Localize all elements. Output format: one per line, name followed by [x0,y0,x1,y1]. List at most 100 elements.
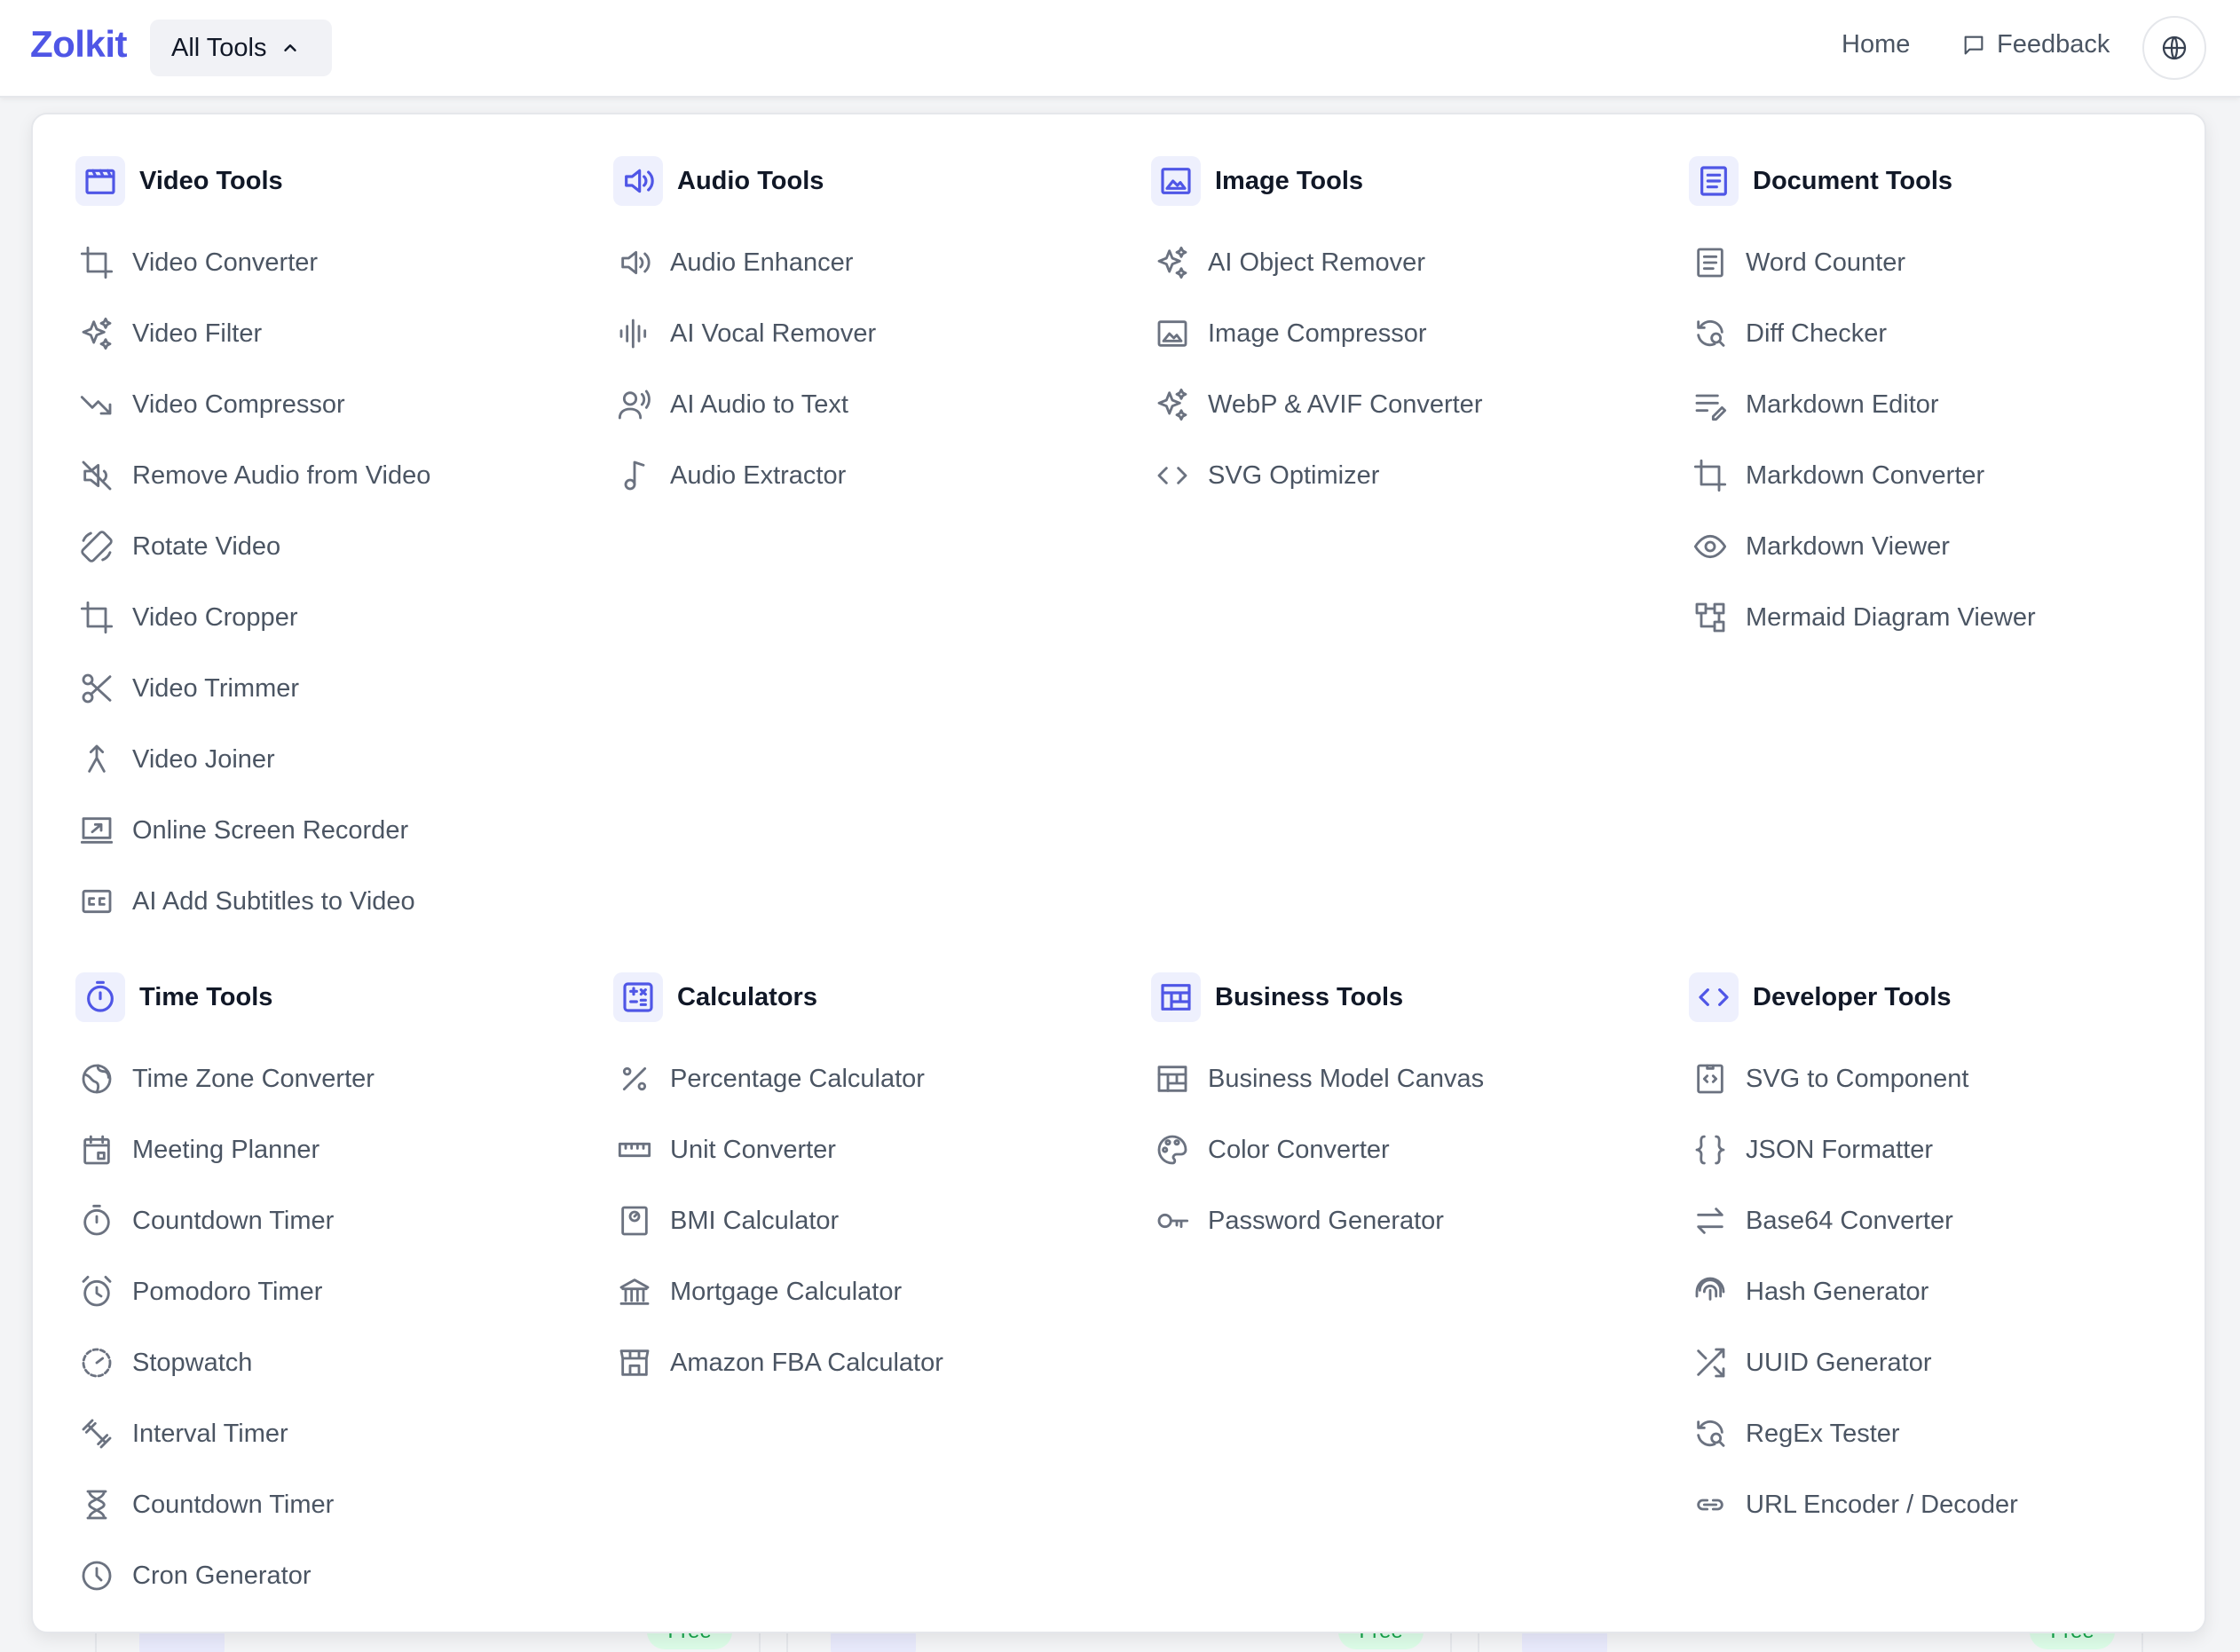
tool-list: SVG to Component JSON Formatter Base64 Con… [1689,1043,2204,1540]
background-card: Free [786,1633,1452,1652]
tool-link-video-joiner[interactable]: Video Joiner [75,724,590,795]
tool-link-word-counter[interactable]: Word Counter [1689,227,2204,298]
image-icon [1151,156,1201,206]
code-icon [1689,972,1739,1022]
tool-label: Video Trimmer [132,673,300,703]
link-icon [1691,1485,1730,1524]
tool-link-video-cropper[interactable]: Video Cropper [75,582,590,653]
tool-label: Pomodoro Timer [132,1277,323,1306]
tool-link-cron-generator[interactable]: Cron Generator [75,1540,590,1611]
speaker-icon [613,156,663,206]
tool-link-time-zone-converter[interactable]: Time Zone Converter [75,1043,590,1114]
all-tools-menu: Video Tools Video Converter Video Filter Vi… [31,113,2206,1633]
section-video-tools: Video Tools Video Converter Video Filter Vi… [75,156,590,937]
stopwatch-icon [77,1201,116,1240]
tool-link-password-generator[interactable]: Password Generator [1151,1185,1666,1256]
tool-link-json-formatter[interactable]: JSON Formatter [1689,1114,2204,1185]
crop-icon [77,598,116,637]
all-tools-label: All Tools [171,33,267,62]
sparkles-icon [1153,243,1192,282]
tool-link-ai-object-remover[interactable]: AI Object Remover [1151,227,1666,298]
tool-link-svg-optimizer[interactable]: SVG Optimizer [1151,440,1666,511]
image-icon [1153,314,1192,353]
tool-label: Base64 Converter [1746,1206,1953,1235]
background-card: Free [95,1633,761,1652]
tool-link-interval-timer[interactable]: Interval Timer [75,1398,590,1469]
tool-link-video-compressor[interactable]: Video Compressor [75,369,590,440]
tool-link-base64-converter[interactable]: Base64 Converter [1689,1185,2204,1256]
tool-link-ai-add-subtitles-to-video[interactable]: AI Add Subtitles to Video [75,866,590,937]
tool-link-mortgage-calculator[interactable]: Mortgage Calculator [613,1256,1128,1327]
tool-link-uuid-generator[interactable]: UUID Generator [1689,1327,2204,1398]
tool-link-unit-converter[interactable]: Unit Converter [613,1114,1128,1185]
tool-link-bmi-calculator[interactable]: BMI Calculator [613,1185,1128,1256]
tool-label: Password Generator [1208,1206,1444,1235]
tool-list: Percentage Calculator Unit Converter BMI C… [613,1043,1128,1398]
section-document-tools: Document Tools Word Counter Diff Checker Ma… [1689,156,2204,653]
trend-down-icon [77,385,116,424]
tool-link-amazon-fba-calculator[interactable]: Amazon FBA Calculator [613,1327,1128,1398]
tool-link-countdown-timer[interactable]: Countdown Timer [75,1469,590,1540]
tool-link-markdown-converter[interactable]: Markdown Converter [1689,440,2204,511]
all-tools-button[interactable]: All Tools [150,20,332,76]
tool-label: BMI Calculator [670,1206,840,1235]
nav-feedback-link[interactable]: Feedback [1961,30,2110,59]
code-icon [1153,456,1192,495]
tool-label: AI Add Subtitles to Video [132,886,415,916]
tool-link-markdown-viewer[interactable]: Markdown Viewer [1689,511,2204,582]
tool-link-audio-enhancer[interactable]: Audio Enhancer [613,227,1128,298]
screen-share-icon [77,811,116,850]
tool-link-meeting-planner[interactable]: Meeting Planner [75,1114,590,1185]
tool-link-hash-generator[interactable]: Hash Generator [1689,1256,2204,1327]
logo[interactable]: Zolkit [30,23,128,66]
ruler-icon [615,1130,654,1169]
tool-link-percentage-calculator[interactable]: Percentage Calculator [613,1043,1128,1114]
calendar-icon [77,1130,116,1169]
nav-home-link[interactable]: Home [1842,30,1910,59]
tool-label: Rotate Video [132,531,281,561]
section-title: Calculators [677,982,817,1011]
tool-link-color-converter[interactable]: Color Converter [1151,1114,1666,1185]
tool-link-video-filter[interactable]: Video Filter [75,298,590,369]
tool-link-online-screen-recorder[interactable]: Online Screen Recorder [75,795,590,866]
tool-label: Video Joiner [132,744,275,774]
tool-label: Diff Checker [1746,319,1888,348]
tool-link-business-model-canvas[interactable]: Business Model Canvas [1151,1043,1666,1114]
layout-icon [1151,972,1201,1022]
tool-link-countdown-timer[interactable]: Countdown Timer [75,1185,590,1256]
tool-link-ai-vocal-remover[interactable]: AI Vocal Remover [613,298,1128,369]
background-card: Free [1478,1633,2143,1652]
tool-link-svg-to-component[interactable]: SVG to Component [1689,1043,2204,1114]
tool-link-remove-audio-from-video[interactable]: Remove Audio from Video [75,440,590,511]
tool-link-regex-tester[interactable]: RegEx Tester [1689,1398,2204,1469]
tool-link-rotate-video[interactable]: Rotate Video [75,511,590,582]
tool-label: WebP & AVIF Converter [1208,389,1483,419]
tool-link-webp-avif-converter[interactable]: WebP & AVIF Converter [1151,369,1666,440]
tool-link-video-converter[interactable]: Video Converter [75,227,590,298]
speaker-icon [615,243,654,282]
tool-label: Markdown Converter [1746,460,1985,490]
tool-link-ai-audio-to-text[interactable]: AI Audio to Text [613,369,1128,440]
clapperboard-icon [75,156,125,206]
rotate-device-icon [77,527,116,566]
percent-icon [615,1059,654,1098]
tool-link-stopwatch[interactable]: Stopwatch [75,1327,590,1398]
globe-icon [77,1059,116,1098]
calculator-icon [613,972,663,1022]
tool-link-mermaid-diagram-viewer[interactable]: Mermaid Diagram Viewer [1689,582,2204,653]
section-header: Calculators [613,972,1128,1022]
language-button[interactable] [2142,16,2206,80]
tool-link-audio-extractor[interactable]: Audio Extractor [613,440,1128,511]
section-title: Business Tools [1215,982,1404,1011]
tool-link-url-encoder-decoder[interactable]: URL Encoder / Decoder [1689,1469,2204,1540]
tool-link-video-trimmer[interactable]: Video Trimmer [75,653,590,724]
tool-link-image-compressor[interactable]: Image Compressor [1151,298,1666,369]
voice-icon [615,385,654,424]
refresh-search-icon [1691,1414,1730,1453]
tool-link-markdown-editor[interactable]: Markdown Editor [1689,369,2204,440]
section-header: Video Tools [75,156,590,206]
tool-label: JSON Formatter [1746,1135,1934,1164]
tool-link-pomodoro-timer[interactable]: Pomodoro Timer [75,1256,590,1327]
tool-link-diff-checker[interactable]: Diff Checker [1689,298,2204,369]
tool-label: Amazon FBA Calculator [670,1348,943,1377]
